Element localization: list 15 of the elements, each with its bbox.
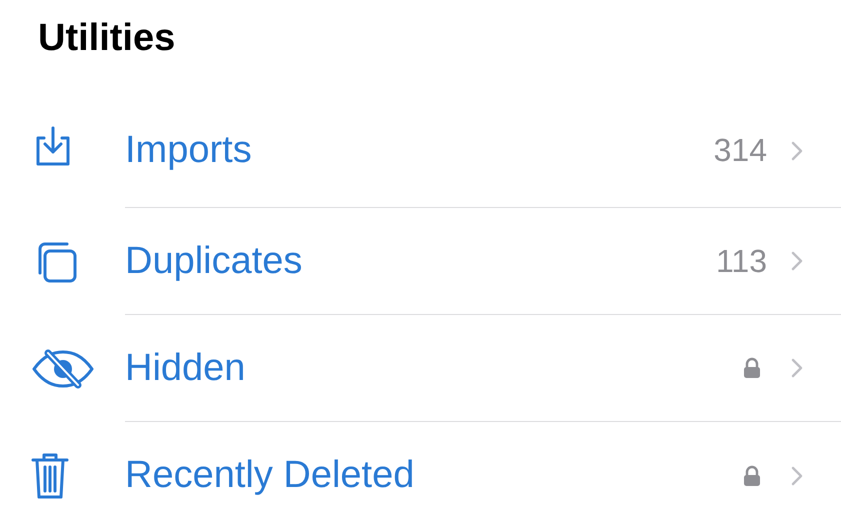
chevron-icon: [791, 140, 803, 160]
lock-icon: [743, 464, 761, 486]
row-label[interactable]: Recently Deleted: [125, 454, 414, 497]
hidden-eye-icon: [30, 348, 96, 388]
row-label[interactable]: Imports: [125, 129, 252, 172]
chevron-icon: [791, 358, 803, 378]
row-label[interactable]: Hidden: [125, 346, 246, 390]
lock-icon: [743, 357, 761, 379]
item-count: 314: [714, 132, 767, 169]
item-count: 113: [716, 242, 767, 280]
row-label[interactable]: Duplicates: [125, 240, 302, 282]
section-title: Utilities: [37, 16, 176, 61]
chevron-icon: [791, 466, 803, 486]
chevron-icon: [791, 251, 803, 271]
trash-icon: [30, 450, 70, 500]
